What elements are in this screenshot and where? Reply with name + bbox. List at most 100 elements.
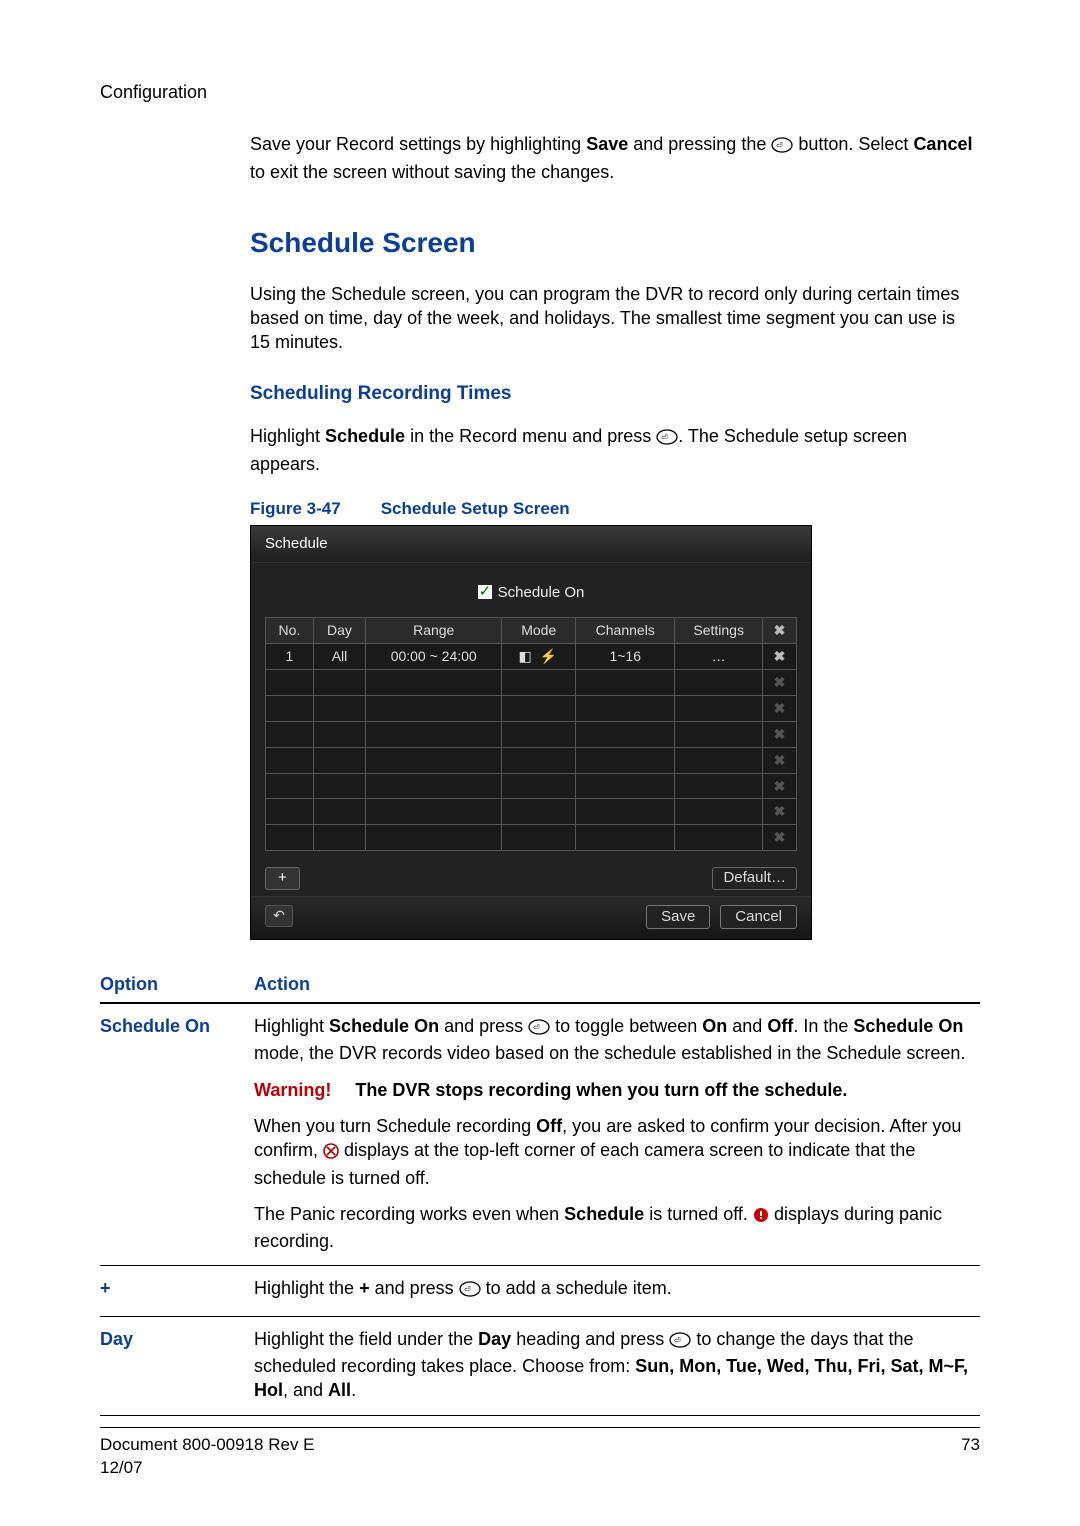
- cancel-button[interactable]: Cancel: [720, 905, 797, 929]
- bold: Schedule: [564, 1204, 644, 1224]
- option-name: Day: [100, 1316, 254, 1415]
- panic-record-icon: [753, 1205, 769, 1229]
- text: Highlight: [250, 426, 325, 446]
- figure-title: Schedule Setup Screen: [381, 499, 570, 518]
- enter-icon: ⏎: [459, 1279, 481, 1303]
- schedule-paragraph: Using the Schedule screen, you can progr…: [250, 282, 980, 355]
- table-row[interactable]: ✖: [266, 670, 797, 696]
- table-header-row: No. Day Range Mode Channels Settings ✖: [266, 618, 797, 644]
- cell-day[interactable]: All: [313, 644, 365, 670]
- text: When you turn Schedule recording: [254, 1116, 536, 1136]
- text: to add a schedule item.: [481, 1278, 672, 1298]
- bold: Off: [536, 1116, 562, 1136]
- cell-range[interactable]: 00:00 ~ 24:00: [366, 644, 502, 670]
- text: is turned off.: [644, 1204, 753, 1224]
- col-day: Day: [313, 618, 365, 644]
- schedule-off-icon: [323, 1141, 339, 1165]
- page-footer: Document 800-00918 Rev E 12/07 73: [100, 1427, 980, 1480]
- cell-channels[interactable]: 1~16: [576, 644, 675, 670]
- cell-delete[interactable]: ✖: [762, 644, 796, 670]
- svg-text:⏎: ⏎: [674, 1336, 681, 1345]
- text: and press: [370, 1278, 459, 1298]
- col-mode: Mode: [502, 618, 576, 644]
- enter-icon: ⏎: [771, 135, 793, 159]
- text: Highlight: [254, 1016, 329, 1036]
- schedule-intro: Highlight Schedule in the Record menu an…: [250, 424, 980, 476]
- option-row-schedule-on: Schedule On Highlight Schedule On and pr…: [100, 1003, 980, 1266]
- doc-number: Document 800-00918 Rev E: [100, 1434, 315, 1457]
- schedule-word: Schedule: [325, 426, 405, 446]
- svg-text:⏎: ⏎: [464, 1285, 471, 1294]
- col-settings: Settings: [675, 618, 763, 644]
- option-row-day: Day Highlight the field under the Day he…: [100, 1316, 980, 1415]
- text: The Panic recording works even when: [254, 1204, 564, 1224]
- text: in the Record menu and press: [405, 426, 656, 446]
- text: and press: [439, 1016, 528, 1036]
- text: to exit the screen without saving the ch…: [250, 162, 614, 182]
- section-label: Configuration: [100, 80, 980, 104]
- option-header: Option: [100, 966, 254, 1003]
- text: and pressing the: [628, 134, 771, 154]
- svg-text:⏎: ⏎: [776, 141, 783, 150]
- schedule-table: No. Day Range Mode Channels Settings ✖ 1…: [265, 617, 797, 851]
- table-row[interactable]: 1 All 00:00 ~ 24:00 ◧ ⚡ 1~16 … ✖: [266, 644, 797, 670]
- text: Save your Record settings by highlightin…: [250, 134, 586, 154]
- text: .: [351, 1380, 356, 1400]
- back-button[interactable]: ↶: [265, 905, 293, 927]
- svg-text:⏎: ⏎: [661, 433, 668, 442]
- default-button[interactable]: Default…: [712, 867, 797, 889]
- col-no: No.: [266, 618, 314, 644]
- text: displays at the top-left corner of each …: [254, 1140, 915, 1187]
- text: and: [727, 1016, 767, 1036]
- option-name: Schedule On: [100, 1003, 254, 1266]
- bold: Schedule On: [329, 1016, 439, 1036]
- bold: +: [359, 1278, 370, 1298]
- window-title: Schedule: [251, 526, 811, 563]
- checkbox-icon: [478, 585, 492, 599]
- table-row[interactable]: ✖: [266, 825, 797, 851]
- bold: Schedule On: [853, 1016, 963, 1036]
- option-action: Highlight Schedule On and press ⏎ to tog…: [254, 1003, 980, 1266]
- option-name: +: [100, 1266, 254, 1316]
- figure-caption: Figure 3-47 Schedule Setup Screen: [250, 498, 980, 521]
- schedule-setup-screenshot: Schedule Schedule On No. Day Range Mode …: [250, 525, 812, 940]
- figure-number: Figure 3-47: [250, 499, 341, 518]
- bold: On: [702, 1016, 727, 1036]
- cell-no: 1: [266, 644, 314, 670]
- cell-mode[interactable]: ◧ ⚡: [502, 644, 576, 670]
- save-word: Save: [586, 134, 628, 154]
- enter-icon: ⏎: [656, 427, 678, 451]
- warning-label: Warning!: [254, 1080, 331, 1100]
- schedule-on-checkbox[interactable]: Schedule On: [265, 573, 797, 617]
- save-button[interactable]: Save: [646, 905, 710, 929]
- text: Highlight the field under the: [254, 1329, 478, 1349]
- action-header: Action: [254, 966, 980, 1003]
- text: button. Select: [793, 134, 913, 154]
- col-channels: Channels: [576, 618, 675, 644]
- enter-icon: ⏎: [669, 1330, 691, 1354]
- table-row[interactable]: ✖: [266, 695, 797, 721]
- doc-date: 12/07: [100, 1457, 315, 1480]
- col-range: Range: [366, 618, 502, 644]
- table-row[interactable]: ✖: [266, 721, 797, 747]
- options-table: Option Action Schedule On Highlight Sche…: [100, 966, 980, 1416]
- bold: All: [328, 1380, 351, 1400]
- schedule-screen-heading: Schedule Screen: [250, 224, 980, 262]
- text: to toggle between: [550, 1016, 702, 1036]
- text: , and: [283, 1380, 328, 1400]
- text: heading and press: [511, 1329, 669, 1349]
- add-row-button[interactable]: +: [265, 867, 300, 889]
- warning-text: The DVR stops recording when you turn of…: [355, 1080, 847, 1100]
- text: . In the: [793, 1016, 853, 1036]
- cell-settings[interactable]: …: [675, 644, 763, 670]
- scheduling-recording-times-heading: Scheduling Recording Times: [250, 381, 980, 407]
- cancel-word: Cancel: [913, 134, 972, 154]
- col-delete: ✖: [762, 618, 796, 644]
- svg-text:⏎: ⏎: [533, 1023, 540, 1032]
- table-row[interactable]: ✖: [266, 773, 797, 799]
- table-row[interactable]: ✖: [266, 799, 797, 825]
- bold: Day: [478, 1329, 511, 1349]
- enter-icon: ⏎: [528, 1017, 550, 1041]
- table-row[interactable]: ✖: [266, 747, 797, 773]
- text: mode, the DVR records video based on the…: [254, 1043, 965, 1063]
